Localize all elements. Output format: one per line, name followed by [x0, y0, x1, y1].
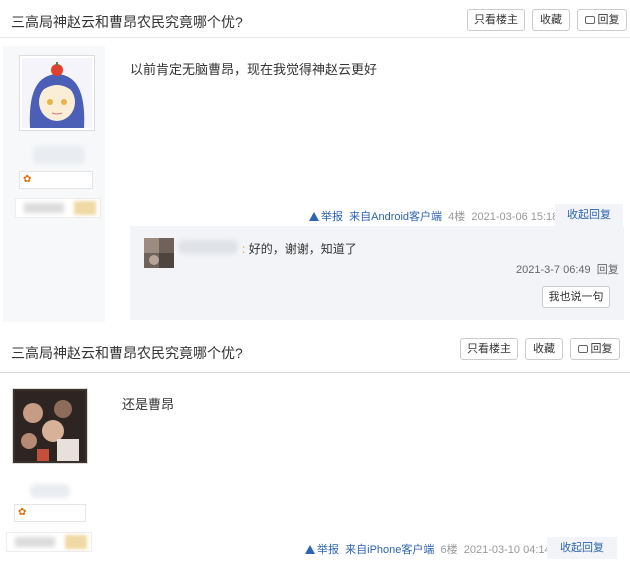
post-content: 以前肯定无脑曹昂，现在我觉得神赵云更好	[130, 62, 378, 77]
favorite-button[interactable]: 收藏	[532, 9, 570, 31]
reply-text-content: 好的，谢谢，知道了	[248, 242, 357, 256]
floor-number: 6楼	[440, 544, 458, 556]
comment-icon	[584, 16, 595, 24]
say-something-button[interactable]: 我也说一句	[542, 286, 610, 308]
post-meta: 举报 来自iPhone客户端 6楼 2021-03-10 04:14	[305, 541, 551, 563]
reply-avatar[interactable]	[144, 238, 174, 268]
only-op-button[interactable]: 只看楼主	[467, 9, 525, 31]
reply-button-label: 回复	[597, 14, 620, 26]
reply-avatar-image	[144, 238, 174, 268]
honor-badge	[15, 198, 101, 218]
report-link[interactable]: 举报	[317, 544, 339, 556]
separator-colon: :	[242, 242, 246, 256]
level-icon: ✿	[23, 174, 32, 185]
thread-title-2: 三高局神赵云和曹昂农民究竟哪个优?	[11, 345, 243, 361]
user-info-column: ✿	[3, 46, 105, 322]
post-floor-4: ✿ 以前肯定无脑曹昂，现在我觉得神赵云更好 举报 来自Android客户端 4楼…	[0, 46, 630, 322]
anime-avatar-image	[22, 58, 92, 128]
thread-header: 三高局神赵云和曹昂农民究竟哪个优? 只看楼主 收藏 回复	[0, 2, 630, 38]
reply-meta: 2021-3-7 06:49 回复	[516, 261, 619, 277]
post-floor-6: ✿ 还是曹昂 举报 来自iPhone客户端 6楼 2021-03-10 04:1…	[0, 374, 630, 566]
avatar[interactable]	[19, 55, 95, 131]
post-content: 还是曹昂	[122, 397, 175, 412]
level-badge: ✿	[19, 171, 93, 189]
floor-number: 4楼	[448, 211, 466, 223]
comment-icon	[577, 345, 588, 353]
reply-button[interactable]: 回复	[577, 9, 627, 31]
user-info-column: ✿	[0, 374, 102, 566]
reply-button-2[interactable]: 回复	[570, 338, 620, 360]
reply-reply-link[interactable]: 回复	[597, 264, 619, 276]
report-link[interactable]: 举报	[321, 211, 343, 223]
client-source[interactable]: 来自Android客户端	[349, 211, 442, 223]
reply-button-label: 回复	[590, 343, 613, 355]
avatar[interactable]	[12, 388, 88, 464]
thread-header-2: 三高局神赵云和曹昂农民究竟哪个优? 只看楼主 收藏 回复	[0, 333, 630, 373]
collapse-replies-button[interactable]: 收起回复	[555, 204, 623, 226]
username[interactable]	[30, 484, 70, 498]
level-icon: ✿	[18, 507, 27, 518]
collapse-replies-button[interactable]: 收起回复	[547, 537, 617, 559]
reply-time: 2021-3-7 06:49	[516, 264, 591, 276]
client-source[interactable]: 来自iPhone客户端	[345, 544, 434, 556]
level-badge: ✿	[14, 504, 86, 522]
reply-list: : 好的，谢谢，知道了 2021-3-7 06:49 回复 我也说一句	[130, 226, 624, 320]
warning-icon	[305, 545, 315, 554]
thread-title: 三高局神赵云和曹昂农民究竟哪个优?	[11, 14, 243, 30]
favorite-button-2[interactable]: 收藏	[525, 338, 563, 360]
reply-text: : 好的，谢谢，知道了	[242, 240, 357, 257]
post-time: 2021-03-10 04:14	[463, 544, 551, 556]
group-photo-avatar-image	[15, 391, 85, 461]
post-time: 2021-03-06 15:18	[471, 211, 559, 223]
warning-icon	[309, 212, 319, 221]
honor-badge	[6, 532, 92, 552]
only-op-button-2[interactable]: 只看楼主	[460, 338, 518, 360]
reply-username[interactable]	[178, 240, 238, 254]
username[interactable]	[33, 146, 85, 164]
